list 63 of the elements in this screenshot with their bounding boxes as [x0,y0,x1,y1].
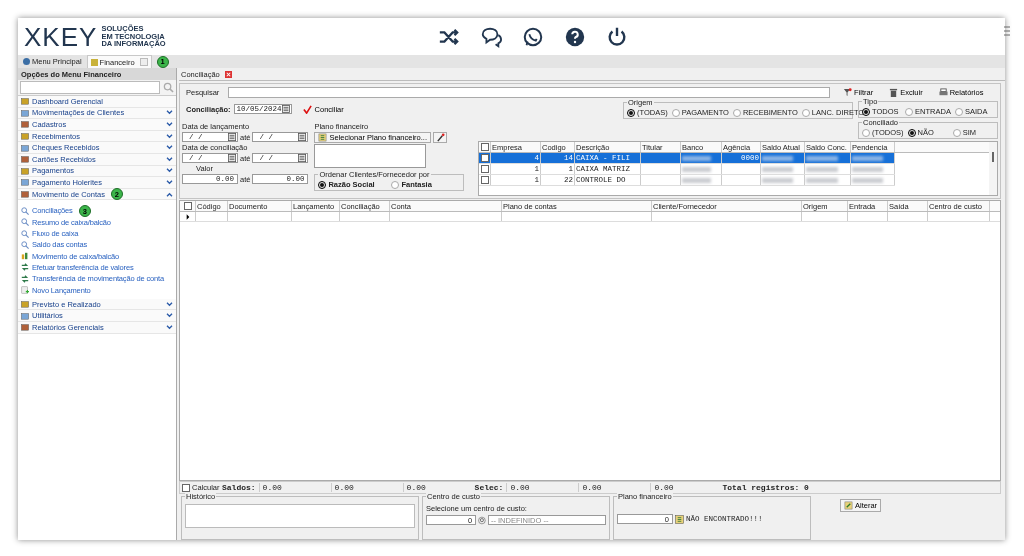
calendar-icon[interactable] [228,133,236,141]
arrow-icon [21,274,29,283]
radio-button[interactable] [905,107,914,116]
trash-icon [889,87,899,97]
chevron-down-icon[interactable] [166,110,173,116]
chevron-down-icon[interactable] [166,156,173,162]
chevron-down-icon[interactable] [166,168,173,174]
record-count: Total registros: 0 [722,483,809,492]
shuffle-icon[interactable] [438,26,460,48]
checkbox[interactable] [183,202,192,210]
calendar-icon[interactable] [298,133,307,141]
chevron-down-icon[interactable] [166,133,173,139]
edit-button[interactable] [433,132,447,143]
logo-wordmark: XKEY [24,23,98,50]
radio-button[interactable] [318,180,327,189]
total-value: 0.00 [506,483,579,492]
radio-button[interactable] [862,107,870,116]
radio-button[interactable] [801,108,810,117]
chat-icon[interactable] [480,26,502,48]
chevron-down-icon[interactable] [166,324,173,330]
chevron-down-icon[interactable] [166,122,173,127]
total-label: Selec: [474,483,504,492]
filter-icon [843,87,852,97]
checkmark-icon [302,104,312,114]
radio-button[interactable] [671,108,680,117]
brush-icon [435,133,445,142]
history-field[interactable] [185,504,415,528]
chevron-down-icon[interactable] [166,179,173,185]
close-icon[interactable] [224,70,232,78]
checkbox[interactable] [182,483,190,492]
list-box[interactable] [314,144,427,168]
menu-icon[interactable] [1003,24,1011,38]
total-value: 0.00 [258,483,331,492]
search-field[interactable] [20,81,160,94]
chevron-down-icon[interactable] [166,301,173,307]
radio-button[interactable] [952,128,961,137]
calendar-icon[interactable] [298,154,307,162]
radio-button[interactable] [732,108,741,117]
radio-button[interactable] [627,108,635,117]
checkbox[interactable] [480,154,489,162]
total-label: Saldos: [222,483,256,492]
checkbox[interactable] [480,143,489,151]
help-icon[interactable] [564,26,586,48]
chevron-down-icon[interactable] [166,145,173,151]
edit-icon [844,501,853,510]
total-value: 0.00 [330,483,403,492]
chevron-up-icon[interactable] [166,191,173,197]
phone-icon[interactable] [522,26,544,48]
radio-button[interactable] [391,180,400,189]
radio-button[interactable] [862,128,870,137]
radio-button[interactable] [954,107,963,116]
radio-button[interactable] [907,128,916,137]
calendar-icon[interactable] [228,154,236,162]
document-add-icon [21,286,29,295]
search-field[interactable] [228,86,830,98]
arrow-icon [21,263,29,272]
printer-icon [938,87,948,97]
row-pointer-icon [185,213,190,220]
checkbox[interactable] [480,176,489,184]
chevron-down-icon[interactable] [166,313,173,319]
calendar-icon[interactable] [281,105,290,113]
power-icon[interactable] [606,26,628,48]
checkbox[interactable] [480,165,489,173]
